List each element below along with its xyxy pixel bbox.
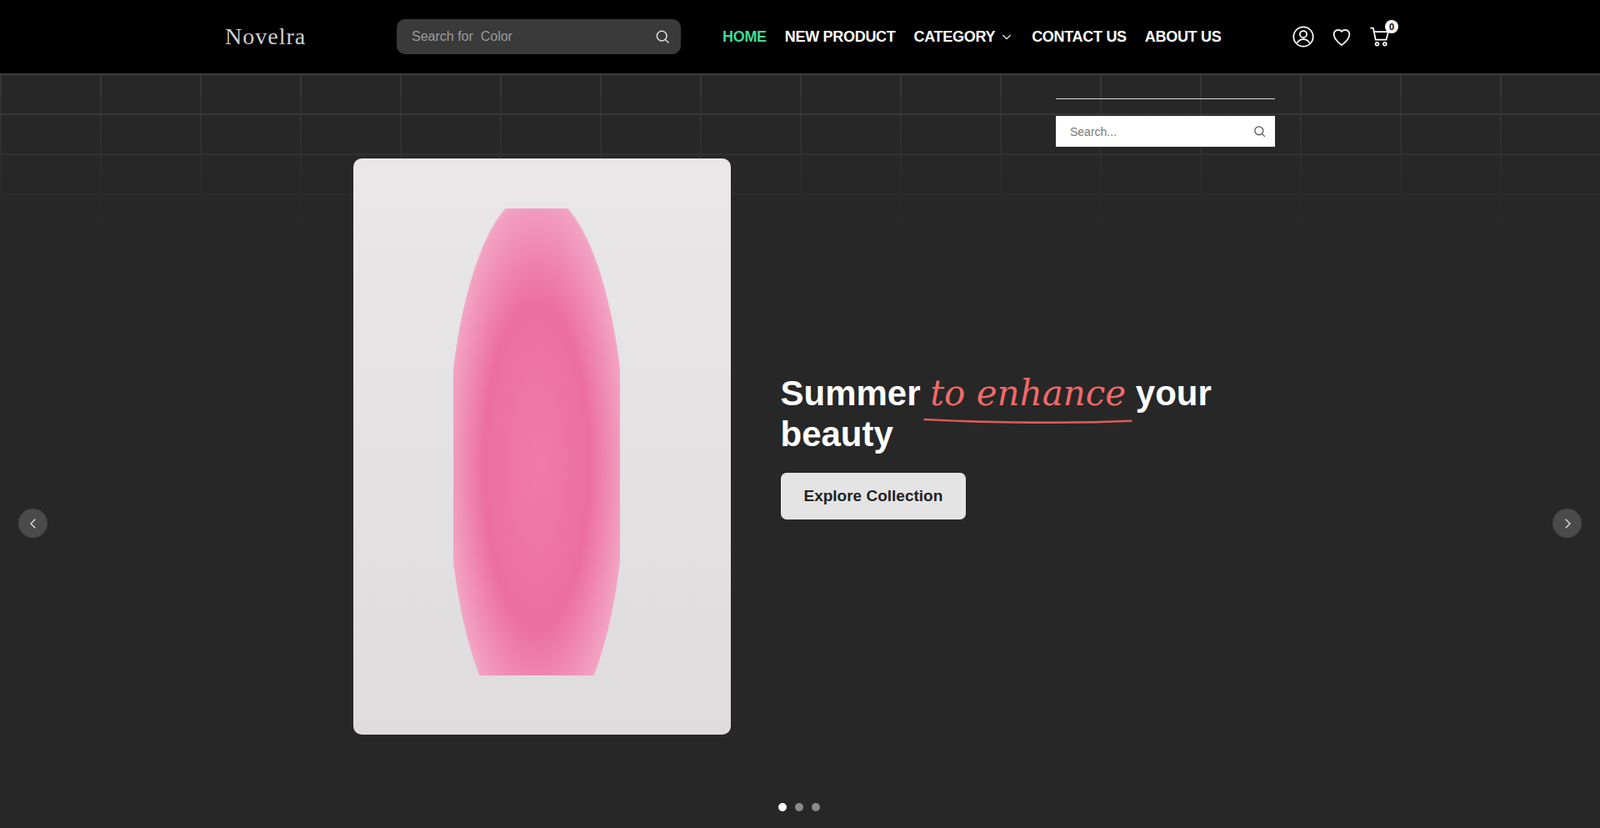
slide-title: Summer to enhance your beauty xyxy=(780,373,1248,455)
dress-shape xyxy=(453,208,620,675)
explore-button[interactable]: Explore Collection xyxy=(780,472,967,520)
slide-dot[interactable] xyxy=(795,802,804,811)
search-icon[interactable] xyxy=(1252,124,1267,139)
chevron-down-icon xyxy=(1000,30,1014,44)
page: Novelra HOME NEW PRODUCT CATEGORY CONTACT US… xyxy=(0,0,1600,828)
nav-item[interactable]: CATEGORY xyxy=(914,28,1015,46)
header-search[interactable] xyxy=(396,19,681,55)
divider xyxy=(1055,98,1275,100)
underline-swash-icon xyxy=(921,415,1135,424)
slide-copy: Summer to enhance your beauty Explore Col… xyxy=(780,373,1248,520)
title-highlight: to enhance xyxy=(930,372,1126,417)
overlay-search-field[interactable] xyxy=(1055,115,1275,147)
cart-badge: 0 xyxy=(1385,20,1399,34)
slide-dot[interactable] xyxy=(778,802,787,811)
product-photo xyxy=(353,158,731,735)
nav-item[interactable]: NEW PRODUCT xyxy=(785,28,896,46)
slide: Summer to enhance your beauty Explore Col… xyxy=(353,158,1248,735)
cart[interactable]: 0 xyxy=(1368,25,1392,49)
chevron-right-icon xyxy=(1560,515,1575,531)
nav-item[interactable]: CONTACT US xyxy=(1031,28,1127,46)
search-icon[interactable] xyxy=(654,28,671,45)
main-nav: HOME NEW PRODUCT CATEGORY CONTACT US ABOUT U… xyxy=(722,28,1221,46)
heart-icon[interactable] xyxy=(1330,25,1354,49)
overlay-search-input[interactable] xyxy=(1068,124,1253,140)
logo[interactable]: Novelra xyxy=(225,23,317,50)
next-arrow[interactable] xyxy=(1552,508,1582,538)
slide-dots xyxy=(778,802,820,811)
nav-item[interactable]: ABOUT US xyxy=(1145,28,1222,46)
slide-dot[interactable] xyxy=(811,802,820,811)
search-input[interactable] xyxy=(410,28,655,45)
prev-arrow[interactable] xyxy=(18,508,48,538)
hero-slider: Summer to enhance your beauty Explore Col… xyxy=(0,73,1600,828)
header-icons: 0 xyxy=(1291,25,1392,49)
user-icon[interactable] xyxy=(1291,25,1315,49)
nav-item[interactable]: HOME xyxy=(722,28,767,46)
header: Novelra HOME NEW PRODUCT CATEGORY CONTACT US… xyxy=(0,0,1600,74)
chevron-left-icon xyxy=(25,515,41,531)
overlay-search xyxy=(1055,98,1275,147)
